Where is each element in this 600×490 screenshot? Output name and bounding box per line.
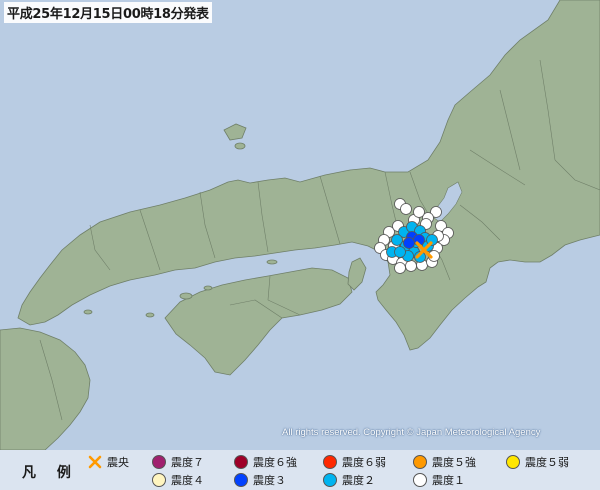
legend-heading: 凡 例: [22, 465, 79, 481]
japan-map: [0, 0, 600, 450]
legend-label: 震度１: [432, 473, 465, 487]
circle-marker-icon: [413, 472, 427, 487]
small-island: [266, 259, 278, 265]
circle-marker-icon: [506, 454, 520, 469]
circle-marker-icon: [413, 454, 427, 469]
legend-item-intensity-1: 震度１: [413, 471, 465, 488]
station-marker-intensity-1: [405, 260, 417, 272]
legend-item-intensity-3: 震度３: [234, 471, 286, 488]
legend-item-intensity-7: 震度７: [152, 453, 204, 470]
station-marker-intensity-3: [403, 237, 415, 249]
copyright-notice: All rights reserved. Copyright © Japan M…: [282, 427, 541, 438]
small-island: [83, 309, 93, 315]
legend-item-intensity-5-lower: 震度５弱: [506, 453, 569, 470]
legend-label: 震度５弱: [525, 455, 569, 469]
station-marker-intensity-1: [413, 206, 425, 218]
station-marker-intensity-2: [394, 246, 406, 258]
legend-label: 震度５強: [432, 455, 476, 469]
circle-marker-icon: [152, 472, 166, 487]
small-island: [234, 142, 246, 150]
legend-label: 震央: [107, 455, 129, 469]
announcement-title: 平成25年12月15日00時18分発表: [4, 2, 212, 23]
legend-item-intensity-6-lower: 震度６弱: [323, 453, 386, 470]
legend-label: 震度４: [171, 473, 204, 487]
legend-item-epicenter: 震央: [88, 453, 129, 470]
legend-item-intensity-4: 震度４: [152, 471, 204, 488]
intensity-map-view: 平成25年12月15日00時18分発表 All rights reserved.…: [0, 0, 600, 490]
circle-marker-icon: [323, 454, 337, 469]
small-island: [179, 292, 193, 300]
legend-label: 震度３: [253, 473, 286, 487]
legend-item-intensity-6-upper: 震度６強: [234, 453, 297, 470]
x-mark-icon: [88, 455, 102, 468]
circle-marker-icon: [234, 454, 248, 469]
small-island: [145, 312, 155, 318]
small-island: [203, 285, 213, 291]
map-area[interactable]: 平成25年12月15日00時18分発表 All rights reserved.…: [0, 0, 600, 450]
circle-marker-icon: [323, 472, 337, 487]
station-marker-intensity-1: [400, 203, 412, 215]
legend-label: 震度７: [171, 455, 204, 469]
station-marker-intensity-1: [394, 262, 406, 274]
legend-bar: 凡 例 震央 震度７ 震度６強 震度６弱 震度５強 震度５弱 震度４ 震度３ 震…: [0, 450, 600, 490]
legend-label: 震度６弱: [342, 455, 386, 469]
legend-item-intensity-2: 震度２: [323, 471, 375, 488]
legend-label: 震度２: [342, 473, 375, 487]
legend-item-intensity-5-upper: 震度５強: [413, 453, 476, 470]
legend-label: 震度６強: [253, 455, 297, 469]
circle-marker-icon: [152, 454, 166, 469]
circle-marker-icon: [234, 472, 248, 487]
